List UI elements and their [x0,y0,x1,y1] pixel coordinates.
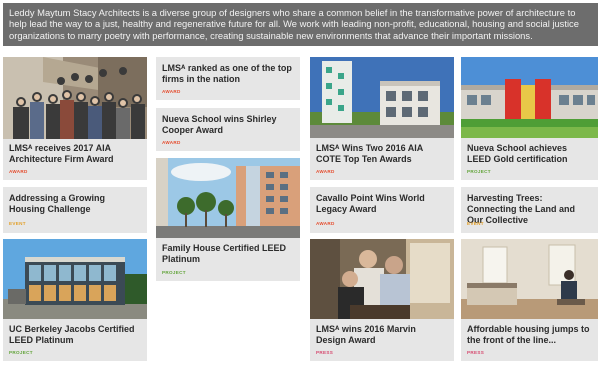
card-title[interactable]: Addressing a Growing Housing Challenge [9,193,141,215]
tag-label[interactable]: EVENT [467,221,484,226]
housing-towers-photo [310,57,454,138]
card-nueva-leed-gold[interactable]: Nueva School achieves LEED Gold certific… [461,57,598,180]
card-title[interactable]: Affordable housing jumps to the front of… [467,324,592,346]
team-group-photo [3,57,147,139]
card-title[interactable]: Nueva School achieves LEED Gold certific… [467,143,592,165]
card-title[interactable]: Harvesting Trees: Connecting the Land an… [467,193,592,226]
card-marvin-design[interactable]: LMSᴬ wins 2016 Marvin Design Award PRESS [310,239,454,361]
tag-label[interactable]: EVENT [9,221,26,226]
card-title[interactable]: LMSᴬ Wins Two 2016 AIA COTE Top Ten Awar… [316,143,448,165]
card-harvesting-trees[interactable]: Harvesting Trees: Connecting the Land an… [461,187,598,233]
tag-label[interactable]: PROJECT [9,350,33,355]
tag-label[interactable]: AWARD [162,89,181,94]
tag-label[interactable]: AWARD [316,221,335,226]
card-title[interactable]: LMSᴬ wins 2016 Marvin Design Award [316,324,448,346]
card-title[interactable]: Family House Certified LEED Platinum [162,243,294,265]
tag-label[interactable]: PRESS [467,350,484,355]
card-title[interactable]: Nueva School wins Shirley Cooper Award [162,114,294,136]
card-family-house[interactable]: Family House Certified LEED Platinum PRO… [156,158,300,281]
card-title[interactable]: UC Berkeley Jacobs Certified LEED Platin… [9,324,141,346]
card-nueva-shirley-cooper[interactable]: Nueva School wins Shirley Cooper Award A… [156,108,300,151]
intro-text: Leddy Maytum Stacy Architects is a diver… [9,7,579,41]
interior-room-photo [461,239,598,319]
tag-label[interactable]: AWARD [162,140,181,145]
card-cote-top-ten[interactable]: LMSᴬ Wins Two 2016 AIA COTE Top Ten Awar… [310,57,454,180]
tag-label[interactable]: PROJECT [162,270,186,275]
tag-label[interactable]: AWARD [9,169,28,174]
card-title[interactable]: LMSᴬ ranked as one of the top firms in t… [162,63,294,85]
architects-portrait-photo [310,239,454,319]
card-title[interactable]: LMSᴬ receives 2017 AIA Architecture Firm… [9,143,141,165]
card-top-firms[interactable]: LMSᴬ ranked as one of the top firms in t… [156,57,300,100]
nueva-school-photo [461,57,598,138]
intro-banner: Leddy Maytum Stacy Architects is a diver… [3,3,598,46]
card-aia-firm-award[interactable]: LMSᴬ receives 2017 AIA Architecture Firm… [3,57,147,180]
card-affordable-housing[interactable]: Affordable housing jumps to the front of… [461,239,598,361]
tag-label[interactable]: AWARD [316,169,335,174]
card-title[interactable]: Cavallo Point Wins World Legacy Award [316,193,448,215]
tag-label[interactable]: PROJECT [467,169,491,174]
family-house-street-photo [156,158,300,238]
glass-building-photo [3,239,147,319]
card-housing-challenge[interactable]: Addressing a Growing Housing Challenge E… [3,187,147,233]
card-cavallo-point[interactable]: Cavallo Point Wins World Legacy Award AW… [310,187,454,233]
card-uc-berkeley-jacobs[interactable]: UC Berkeley Jacobs Certified LEED Platin… [3,239,147,361]
tag-label[interactable]: PRESS [316,350,333,355]
